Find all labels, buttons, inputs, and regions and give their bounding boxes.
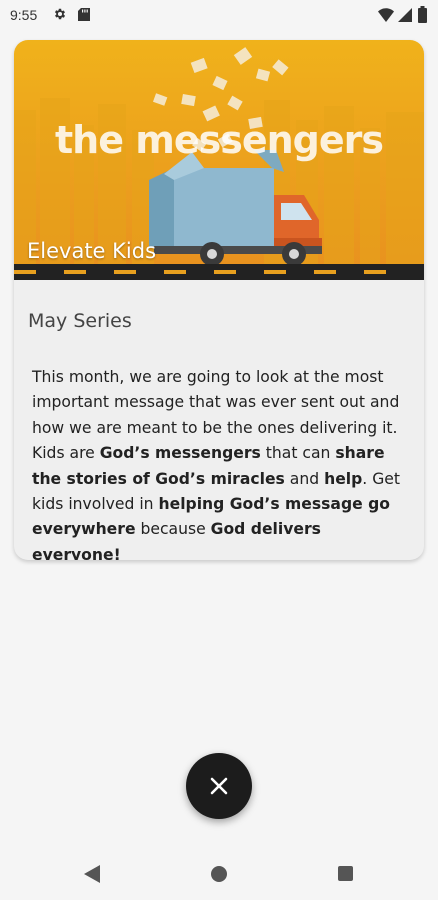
status-time: 9:55: [10, 7, 38, 23]
battery-icon: [418, 6, 427, 23]
banner-title: the messengers: [55, 118, 384, 162]
system-nav-bar: [0, 850, 438, 900]
wifi-icon: [378, 8, 394, 22]
close-button[interactable]: [186, 753, 252, 819]
recents-icon[interactable]: [338, 866, 353, 881]
description-text: that can: [260, 444, 336, 463]
description-bold-text: help: [324, 469, 363, 488]
description-bold-text: God’s messengers: [99, 444, 261, 463]
signal-icon: [398, 8, 412, 22]
sd-card-icon: [78, 8, 90, 21]
back-icon[interactable]: [84, 865, 100, 883]
gear-icon: [54, 8, 66, 20]
close-icon: [210, 777, 228, 795]
series-banner: the messengers Elevate Kids: [14, 40, 424, 280]
description-text: because: [135, 520, 211, 539]
status-bar: 9:55: [0, 0, 438, 30]
series-label: May Series: [28, 310, 132, 332]
series-description: This month, we are going to look at the …: [32, 365, 412, 560]
banner-caption: Elevate Kids: [27, 239, 157, 263]
series-card[interactable]: the messengers Elevate Kids May Series T…: [14, 40, 424, 560]
home-icon[interactable]: [211, 866, 227, 882]
description-text: and: [284, 469, 325, 488]
